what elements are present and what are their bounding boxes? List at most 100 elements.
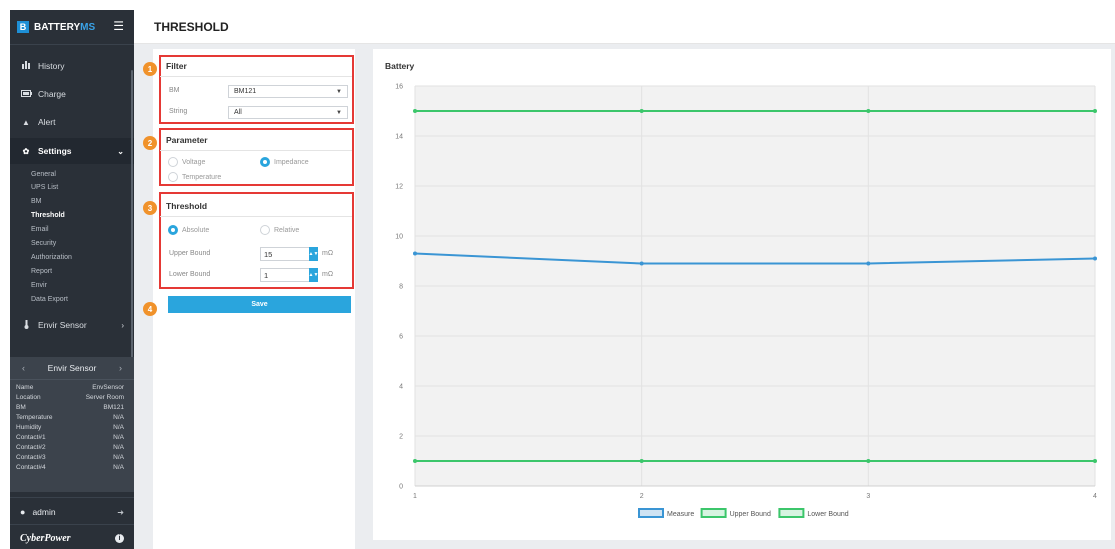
y-tick-label: 8 <box>399 284 403 291</box>
step-badge-3: 3 <box>143 201 157 215</box>
sidebar-item-label: Charge <box>38 89 66 99</box>
data-point-lower-bound <box>1093 459 1097 463</box>
radio-circle <box>168 172 178 182</box>
submenu-security[interactable]: Security <box>31 240 56 247</box>
submenu-general[interactable]: General <box>31 171 56 178</box>
y-tick-label: 2 <box>399 434 403 441</box>
submenu-ups-list[interactable]: UPS List <box>31 184 58 191</box>
lower-bound-input[interactable]: 1 ▲▼ <box>260 268 318 282</box>
submenu-authorization[interactable]: Authorization <box>31 254 72 261</box>
lower-bound-unit: mΩ <box>322 271 334 278</box>
data-point-lower-bound <box>866 459 871 463</box>
sidebar-item-alert[interactable]: ▲ Alert <box>10 110 134 134</box>
sidebar-item-label: Envir Sensor <box>38 320 87 330</box>
upper-bound-label: Upper Bound <box>169 250 211 257</box>
sidebar-item-history[interactable]: History <box>10 54 134 78</box>
legend-swatch <box>778 508 805 518</box>
user-menu[interactable]: ● admin ➜ <box>10 501 134 523</box>
info-icon[interactable]: i <box>115 533 124 543</box>
submenu-bm[interactable]: BM <box>31 198 42 205</box>
data-point-measure <box>639 261 644 266</box>
radio-circle <box>260 225 270 235</box>
brand-logo-icon: B <box>17 21 29 33</box>
sidebar-item-label: History <box>38 61 65 71</box>
envir-row: Contact#4 N/A <box>16 464 124 471</box>
bm-select[interactable]: BM121 ▼ <box>228 85 348 98</box>
chevron-right-icon[interactable]: › <box>119 363 122 373</box>
data-point-upper-bound <box>639 109 644 113</box>
battery-icon <box>20 89 32 99</box>
parameter-title: Parameter <box>166 135 208 145</box>
filter-title: Filter <box>166 61 187 71</box>
envir-row: Contact#2 N/A <box>16 444 124 451</box>
battery-line-chart: 02468101214161 2 3 4Measure Upper Bound Lower… <box>395 84 1097 518</box>
upper-bound-unit: mΩ <box>322 250 334 257</box>
y-tick-label: 6 <box>399 334 403 341</box>
y-tick-label: 14 <box>395 134 403 141</box>
envir-row: Humidity N/A <box>16 424 124 431</box>
data-point-upper-bound <box>866 109 871 113</box>
radio-temperature[interactable]: Temperature <box>168 172 221 182</box>
username: admin <box>32 507 56 517</box>
data-point-measure <box>866 261 871 266</box>
sidebar-item-envir-sensor[interactable]: Envir Sensor › <box>10 313 134 337</box>
sidebar-item-settings[interactable]: ✿ Settings ⌄ <box>10 138 134 164</box>
sidebar-item-label: Settings <box>38 146 72 156</box>
sidebar: B BATTERYMS ☰ History Charge ▲ Alert ✿ S… <box>10 10 134 549</box>
bar-chart-icon <box>20 61 32 71</box>
submenu-data-export[interactable]: Data Export <box>31 296 68 303</box>
menu-toggle-icon[interactable]: ☰ <box>113 19 124 33</box>
legend-swatch <box>700 508 727 518</box>
radio-voltage[interactable]: Voltage <box>168 157 205 167</box>
data-point-upper-bound <box>1093 109 1097 113</box>
x-tick-label: 2 <box>640 493 644 500</box>
radio-absolute[interactable]: Absolute <box>168 225 209 235</box>
x-tick-label: 3 <box>866 493 870 500</box>
submenu-report[interactable]: Report <box>31 268 52 275</box>
step-badge-2: 2 <box>143 136 157 150</box>
chevron-left-icon[interactable]: ‹ <box>22 363 25 373</box>
divider <box>160 150 352 151</box>
data-point-measure <box>413 251 417 256</box>
page-title: THRESHOLD <box>154 20 229 34</box>
sidebar-scrollbar[interactable] <box>131 70 133 370</box>
stepper-icon[interactable]: ▲▼ <box>309 247 318 261</box>
legend-label: Lower Bound <box>807 511 848 518</box>
page-header: THRESHOLD <box>134 10 1115 44</box>
upper-bound-input[interactable]: 15 ▲▼ <box>260 247 318 261</box>
chevron-right-icon: › <box>121 320 124 330</box>
string-select[interactable]: All ▼ <box>228 106 348 119</box>
divider <box>160 216 352 217</box>
submenu-email[interactable]: Email <box>31 226 49 233</box>
legend-label: Measure <box>667 511 694 518</box>
y-tick-label: 0 <box>399 484 403 491</box>
y-tick-label: 16 <box>395 84 403 91</box>
warning-icon: ▲ <box>22 117 30 127</box>
sidebar-item-label: Alert <box>38 117 56 127</box>
sidebar-item-charge[interactable]: Charge <box>10 82 134 106</box>
submenu-envir[interactable]: Envir <box>31 282 47 289</box>
radio-relative[interactable]: Relative <box>260 225 299 235</box>
string-select-value: All <box>234 109 242 116</box>
radio-circle <box>168 225 178 235</box>
envir-sensor-card: ‹ Envir Sensor › Name EnvSensor Location S… <box>10 357 134 492</box>
envir-card-header: ‹ Envir Sensor › <box>10 357 134 379</box>
y-tick-label: 12 <box>395 184 403 191</box>
envir-row: Location Server Room <box>16 394 124 401</box>
save-button[interactable]: Save <box>168 296 351 313</box>
x-tick-label: 4 <box>1093 493 1097 500</box>
radio-circle <box>168 157 178 167</box>
data-point-measure <box>1093 256 1097 261</box>
submenu-threshold[interactable]: Threshold <box>31 212 65 219</box>
step-badge-1: 1 <box>143 62 157 76</box>
string-label: String <box>169 108 188 115</box>
radio-impedance[interactable]: Impedance <box>260 157 309 167</box>
x-tick-label: 1 <box>413 493 417 500</box>
user-icon: ● <box>20 507 26 517</box>
gear-icon: ✿ <box>22 146 30 156</box>
bm-label: BM <box>169 87 180 94</box>
envir-row: Temperature N/A <box>16 414 124 421</box>
stepper-icon[interactable]: ▲▼ <box>309 268 318 282</box>
envir-row: Contact#3 N/A <box>16 454 124 461</box>
logout-icon[interactable]: ➜ <box>117 508 124 517</box>
